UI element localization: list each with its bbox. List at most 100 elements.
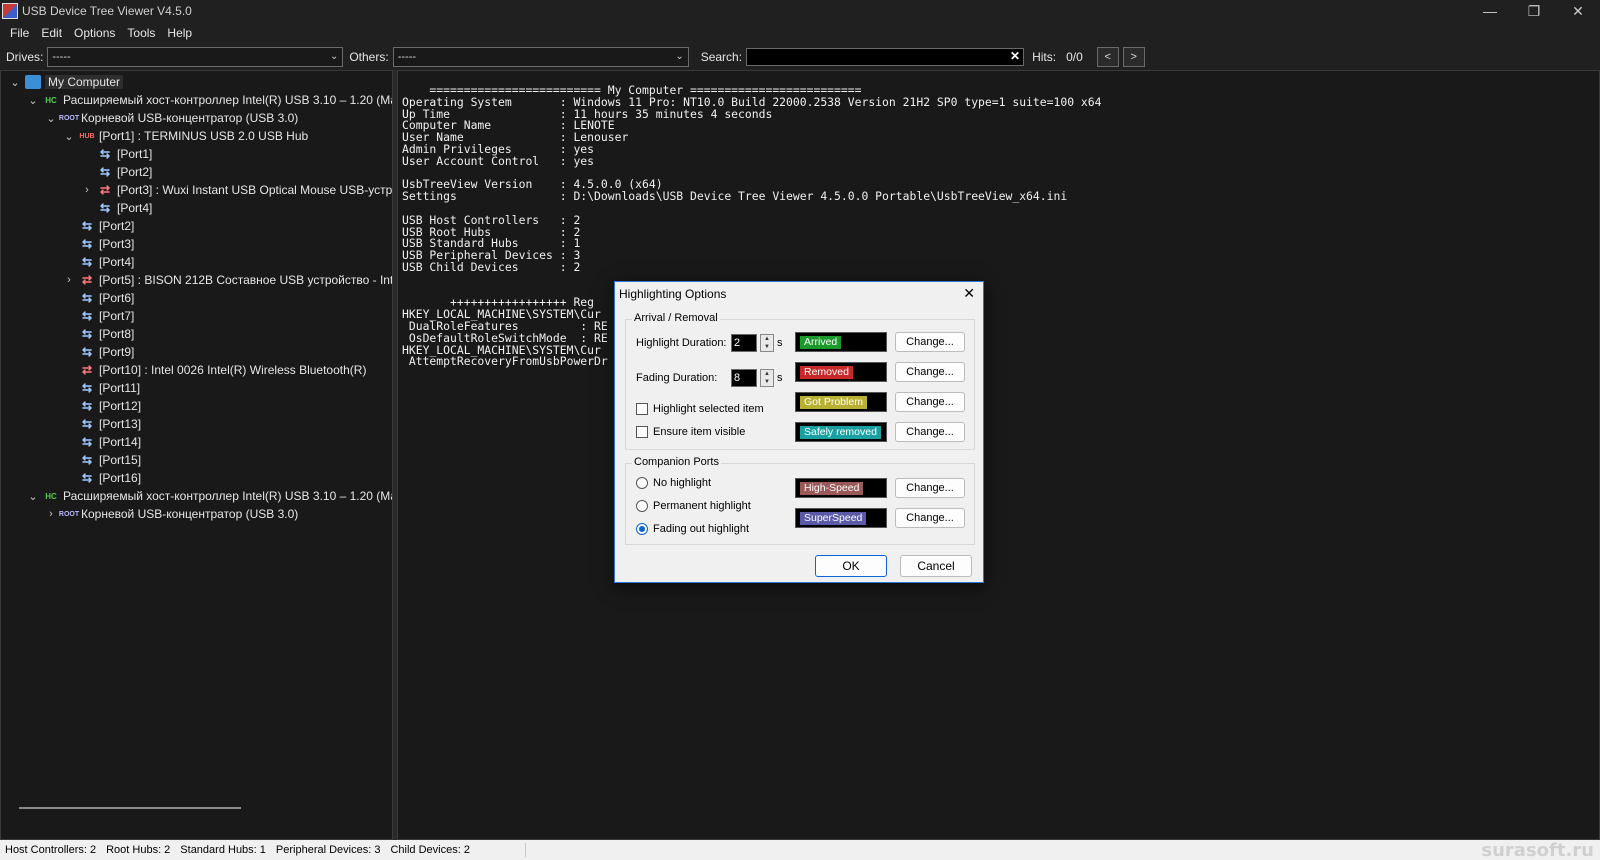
- root-icon: ROOT: [58, 114, 80, 122]
- close-button[interactable]: ✕: [1556, 0, 1600, 22]
- tree-node[interactable]: ⇆ [Port1]: [81, 145, 152, 163]
- tree-node-label: [Port13]: [99, 417, 142, 431]
- collapse-chevron-icon[interactable]: ⌄: [45, 112, 57, 125]
- tree-node-label: [Port3] : Wuxi Instant USB Optical Mouse…: [117, 183, 393, 197]
- tree-node[interactable]: ⇆ [Port4]: [63, 253, 134, 271]
- prev-hit-button[interactable]: <: [1096, 47, 1119, 67]
- cancel-button[interactable]: Cancel: [900, 555, 972, 577]
- search-input[interactable]: ✕: [746, 48, 1025, 66]
- tree-node[interactable]: ⇆ [Port9]: [63, 343, 134, 361]
- tree-node-label: [Port11]: [99, 381, 141, 395]
- others-label: Others:: [349, 50, 389, 64]
- expand-chevron-icon[interactable]: ›: [45, 508, 57, 520]
- menu-file[interactable]: File: [4, 26, 35, 40]
- port-icon: ⇆: [81, 399, 93, 413]
- info-line: OsDefaultRoleSwitchMode : RE: [402, 330, 608, 345]
- highlight-selected-checkbox[interactable]: [636, 403, 648, 415]
- tree-node[interactable]: ⇆ [Port16]: [63, 469, 141, 487]
- highlight-duration-input[interactable]: 2: [731, 334, 757, 352]
- others-select[interactable]: ----- ⌄: [392, 47, 689, 67]
- tree-node-label: [Port4]: [117, 201, 153, 215]
- collapse-chevron-icon[interactable]: ⌄: [63, 130, 75, 143]
- info-pane[interactable]: ========================= My Computer ==…: [397, 70, 1600, 840]
- change-arrived-button[interactable]: Change...: [895, 332, 965, 352]
- safely-removed-color-swatch: Safely removed: [795, 422, 887, 442]
- tree-node[interactable]: ⌄ HC Расширяемый хост-контроллер Intel(R) …: [27, 487, 392, 505]
- ensure-visible-checkbox[interactable]: [636, 426, 648, 438]
- change-safely-removed-button[interactable]: Change...: [895, 422, 965, 442]
- next-hit-button[interactable]: >: [1122, 47, 1145, 67]
- tree-node[interactable]: ⇆ [Port8]: [63, 325, 134, 343]
- change-removed-button[interactable]: Change...: [895, 362, 965, 382]
- clear-search-icon[interactable]: ✕: [1010, 49, 1020, 63]
- tree-node[interactable]: ⇆ [Port4]: [81, 199, 152, 217]
- change-superspeed-button[interactable]: Change...: [895, 508, 965, 528]
- tree-node-label: [Port3]: [99, 237, 135, 251]
- device-tree[interactable]: ⌄ My Computer ⌄ HC Расширяемый хост-контролл…: [0, 70, 393, 840]
- horizontal-scrollbar[interactable]: [19, 807, 241, 809]
- tree-node[interactable]: › ROOT Корневой USB-концентратор (USB 3.0): [45, 505, 298, 523]
- tree-node[interactable]: ⇆ [Port13]: [63, 415, 141, 433]
- tree-node[interactable]: ⇆ [Port6]: [63, 289, 134, 307]
- tree-node[interactable]: ⇆ [Port7]: [63, 307, 134, 325]
- tree-node[interactable]: › ⇄ [Port3] : Wuxi Instant USB Optical Mou…: [81, 181, 393, 199]
- tree-node[interactable]: ⇆ [Port11]: [63, 379, 140, 397]
- menu-options[interactable]: Options: [68, 26, 121, 40]
- tree-node-label: [Port8]: [99, 327, 135, 341]
- expand-chevron-icon[interactable]: ›: [63, 274, 75, 286]
- tree-node[interactable]: ⌄ My Computer: [9, 73, 124, 91]
- tree-node[interactable]: ⇆ [Port12]: [63, 397, 141, 415]
- others-select-value: -----: [397, 51, 417, 63]
- ok-button[interactable]: OK: [815, 555, 887, 577]
- tree-node[interactable]: ⌄ ROOT Корневой USB-концентратор (USB 3.0): [45, 109, 298, 127]
- tree-node[interactable]: ⇆ [Port14]: [63, 433, 141, 451]
- collapse-chevron-icon[interactable]: ⌄: [27, 94, 39, 107]
- menu-help[interactable]: Help: [161, 26, 198, 40]
- change-high-speed-button[interactable]: Change...: [895, 478, 965, 498]
- no-highlight-radio[interactable]: [636, 477, 648, 489]
- highlight-duration-spinner[interactable]: ▲ ▼: [760, 334, 774, 352]
- status-bar: Host Controllers: 2 Root Hubs: 2 Standar…: [0, 840, 1600, 860]
- swatch-label: High-Speed: [800, 482, 864, 495]
- permanent-highlight-radio[interactable]: [636, 500, 648, 512]
- tree-node[interactable]: ⌄ HC Расширяемый хост-контроллер Intel(R) …: [27, 91, 392, 109]
- tree-node[interactable]: › ⇄ [Port5] : BISON 212B Составное USB уст…: [63, 271, 392, 289]
- fading-out-highlight-radio[interactable]: [636, 523, 648, 535]
- port-icon: ⇆: [81, 255, 93, 269]
- tree-node[interactable]: ⇆ [Port15]: [63, 451, 141, 469]
- menu-tools[interactable]: Tools: [121, 26, 161, 40]
- minimize-button[interactable]: —: [1468, 0, 1512, 22]
- tree-node[interactable]: ⇆ [Port3]: [63, 235, 134, 253]
- drives-select[interactable]: ----- ⌄: [47, 47, 344, 67]
- port-icon: ⇆: [81, 381, 93, 395]
- drives-label: Drives:: [6, 50, 44, 64]
- dialog-title-bar: Highlighting Options ✕: [615, 282, 983, 306]
- change-got-problem-button[interactable]: Change...: [895, 392, 965, 412]
- tree-node[interactable]: ⇄ [Port10] : Intel 0026 Intel(R) Wireless…: [63, 361, 366, 379]
- fading-duration-spinner[interactable]: ▲ ▼: [760, 369, 774, 387]
- menu-bar: File Edit Options Tools Help: [0, 22, 1600, 44]
- swatch-label: Removed: [800, 366, 853, 379]
- dialog-close-icon[interactable]: ✕: [963, 285, 975, 302]
- port-icon: ⇆: [99, 147, 111, 161]
- status-separator: [524, 843, 526, 857]
- restore-button[interactable]: ❐: [1512, 0, 1556, 22]
- menu-edit[interactable]: Edit: [35, 26, 68, 40]
- tree-node[interactable]: ⇆ [Port2]: [81, 163, 152, 181]
- window-controls: — ❐ ✕: [1468, 0, 1600, 22]
- expand-chevron-icon[interactable]: ›: [81, 184, 93, 196]
- port-icon: ⇆: [81, 471, 93, 485]
- dev-icon: ⇄: [81, 273, 93, 287]
- tree-node[interactable]: ⇆ [Port2]: [63, 217, 134, 235]
- superspeed-color-swatch: SuperSpeed: [795, 508, 887, 528]
- tree-node[interactable]: ⌄ HUB [Port1] : TERMINUS USB 2.0 USB Hub: [63, 127, 308, 145]
- removed-color-swatch: Removed: [795, 362, 887, 382]
- collapse-chevron-icon[interactable]: ⌄: [9, 76, 21, 89]
- tree-node-label: Корневой USB-концентратор (USB 3.0): [81, 111, 299, 125]
- fading-duration-input[interactable]: 8: [731, 369, 757, 387]
- port-icon: ⇆: [81, 309, 93, 323]
- tree-node-label: [Port16]: [99, 471, 142, 485]
- swatch-label: Got Problem: [800, 396, 867, 409]
- tree-node-label: My Computer: [45, 75, 124, 89]
- collapse-chevron-icon[interactable]: ⌄: [27, 490, 39, 503]
